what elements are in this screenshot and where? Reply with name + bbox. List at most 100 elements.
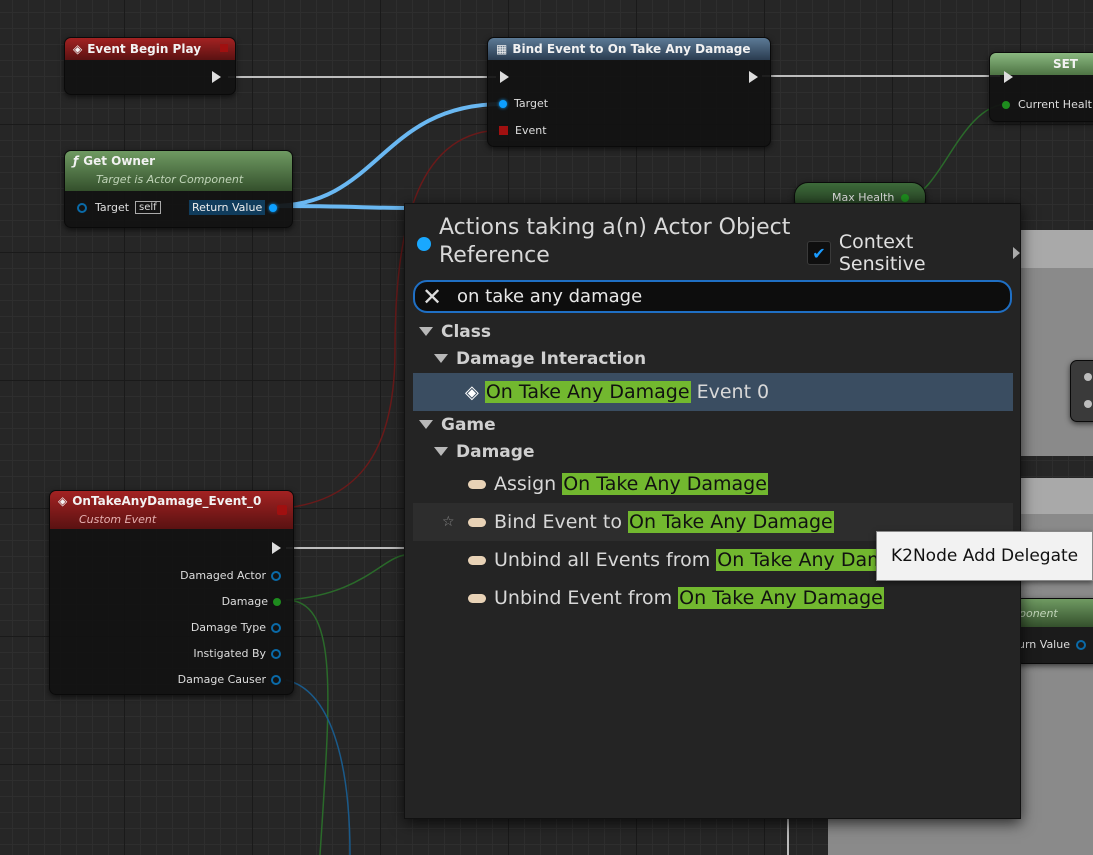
action-item-assign[interactable]: Assign On Take Any Damage xyxy=(413,465,1013,503)
node-title: Bind Event to On Take Any Damage xyxy=(512,42,751,56)
search-box[interactable]: ✕ xyxy=(413,280,1012,313)
category-game[interactable]: Game xyxy=(413,411,1013,438)
search-input[interactable] xyxy=(449,286,1010,307)
object-pin-icon xyxy=(499,99,507,108)
damage-pin-row[interactable]: Damage xyxy=(222,595,281,608)
item-label-prefix: Unbind all Events from xyxy=(494,549,717,571)
match-highlight: On Take Any Damage xyxy=(628,511,834,533)
item-label-prefix: Assign xyxy=(494,473,563,495)
pin-label: urn Value xyxy=(1018,638,1070,651)
action-menu-title: Actions taking a(n) Actor Object Referen… xyxy=(439,215,791,268)
category-damage[interactable]: Damage xyxy=(413,438,1013,465)
item-label-prefix: Bind Event to xyxy=(494,511,629,533)
collapse-triangle-icon[interactable] xyxy=(419,420,433,429)
action-menu[interactable]: Actions taking a(n) Actor Object Referen… xyxy=(404,203,1021,819)
pin-label: Target xyxy=(95,201,130,214)
clear-search-icon[interactable]: ✕ xyxy=(415,285,449,309)
context-sensitive-checkbox[interactable]: ✔ xyxy=(807,241,831,265)
float-pin-icon xyxy=(273,597,281,606)
item-label-rest: Event 0 xyxy=(690,381,770,403)
category-class[interactable]: Class xyxy=(413,318,1013,345)
object-pin-icon xyxy=(271,674,281,685)
collapse-triangle-icon[interactable] xyxy=(419,327,433,336)
node-title: Get Owner xyxy=(83,154,156,168)
exec-out-pin[interactable] xyxy=(272,542,281,554)
return-value-pin-row[interactable]: Return Value xyxy=(189,200,278,215)
function-f-icon: ƒ xyxy=(73,154,79,168)
delegate-pill-icon xyxy=(468,517,486,527)
instigated-by-pin-row[interactable]: Instigated By xyxy=(193,647,281,660)
exec-in-pin[interactable] xyxy=(500,71,509,83)
float-pin-icon xyxy=(1002,100,1010,109)
pin-label: Damaged Actor xyxy=(180,569,266,582)
expand-arrow-icon[interactable] xyxy=(1013,247,1020,259)
action-item-on-take-any-damage-event[interactable]: ◈ On Take Any Damage Event 0 xyxy=(413,373,1013,411)
pin-label: Current Healt xyxy=(1018,98,1092,111)
event-pin-row[interactable]: Event xyxy=(499,124,547,137)
category-label: Damage Interaction xyxy=(456,348,647,369)
float-pin-icon xyxy=(901,193,910,202)
partial-node-right[interactable] xyxy=(1070,360,1093,422)
match-highlight: On Take Any Damage xyxy=(678,587,884,609)
favorite-star-icon[interactable]: ☆ xyxy=(442,514,455,530)
collapse-triangle-icon[interactable] xyxy=(434,447,448,456)
node-title: Event Begin Play xyxy=(87,42,202,56)
checkmark-icon: ✔ xyxy=(812,243,826,263)
action-item-unbind-event[interactable]: Unbind Event from On Take Any Damage xyxy=(413,579,1013,617)
object-pin-icon xyxy=(271,648,281,659)
get-owner-node[interactable]: ƒ Get Owner Target is Actor Component Ta… xyxy=(64,150,293,228)
category-label: Class xyxy=(441,321,492,342)
damage-causer-pin-row[interactable]: Damage Causer xyxy=(178,673,281,686)
context-sensitive-label: Context Sensitive xyxy=(838,231,926,275)
node-header: ◈ Event Begin Play xyxy=(65,38,235,60)
damage-type-pin-row[interactable]: Damage Type xyxy=(191,621,281,634)
background-node-panel-header xyxy=(1015,478,1093,514)
node-header: ▦ Bind Event to On Take Any Damage xyxy=(488,38,770,60)
node-subtitle: Custom Event xyxy=(79,513,157,526)
pin-label: Damage Type xyxy=(190,621,266,634)
bind-event-node[interactable]: ▦ Bind Event to On Take Any Damage Targe… xyxy=(487,37,771,147)
pin-label: Damage Causer xyxy=(177,673,266,686)
exec-out-pin[interactable] xyxy=(749,71,758,83)
delegate-pill-icon xyxy=(468,479,486,489)
item-label-prefix: Unbind Event from xyxy=(494,587,679,609)
category-damage-interaction[interactable]: Damage Interaction xyxy=(413,345,1013,372)
node-subtitle: Target is Actor Component xyxy=(96,173,244,186)
object-pin-icon xyxy=(77,202,87,213)
target-pin-row[interactable]: Target xyxy=(499,97,548,110)
set-node[interactable]: SET Current Healt xyxy=(989,52,1093,122)
delegate-pin[interactable] xyxy=(220,44,228,52)
pin-label: Event xyxy=(515,124,547,137)
return-value-pin-row[interactable]: urn Value xyxy=(1018,638,1086,651)
pin-label: Damage xyxy=(221,595,268,608)
tooltip: K2Node Add Delegate xyxy=(876,531,1093,581)
pin-icon xyxy=(1084,400,1092,408)
object-pin-icon xyxy=(269,203,278,212)
function-box-icon: ▦ xyxy=(496,42,508,56)
category-label: Damage xyxy=(456,441,535,462)
pin-label: Return Value xyxy=(189,200,266,215)
delegate-pill-icon xyxy=(468,555,486,565)
target-pin-row[interactable]: Target self xyxy=(77,201,161,214)
collapse-triangle-icon[interactable] xyxy=(434,354,448,363)
self-default-value[interactable]: self xyxy=(135,201,161,214)
pin-label: Instigated By xyxy=(193,647,266,660)
object-pin-icon xyxy=(271,622,281,633)
event-diamond-icon: ◈ xyxy=(73,42,83,56)
exec-in-pin[interactable] xyxy=(1004,71,1013,83)
match-highlight: On Take Any Damage xyxy=(562,473,768,495)
delegate-pin[interactable] xyxy=(277,505,287,515)
event-diamond-icon: ◈ xyxy=(465,381,479,403)
node-header: ponent xyxy=(1016,599,1093,627)
node-subtitle: ponent xyxy=(1019,606,1058,620)
context-sensitive-toggle[interactable]: ✔ Context Sensitive xyxy=(807,231,1020,275)
event-begin-play-node[interactable]: ◈ Event Begin Play xyxy=(64,37,236,95)
object-pin-icon xyxy=(1075,639,1086,650)
current-health-pin-row[interactable]: Current Healt xyxy=(1002,98,1092,111)
custom-event-node[interactable]: ◈ OnTakeAnyDamage_Event_0 Custom Event D… xyxy=(49,490,294,695)
node-title: OnTakeAnyDamage_Event_0 xyxy=(72,494,262,508)
event-diamond-icon: ◈ xyxy=(58,494,68,508)
partial-component-node[interactable]: ponent urn Value xyxy=(1015,598,1093,664)
damaged-actor-pin-row[interactable]: Damaged Actor xyxy=(180,569,281,582)
exec-out-pin[interactable] xyxy=(212,71,221,83)
